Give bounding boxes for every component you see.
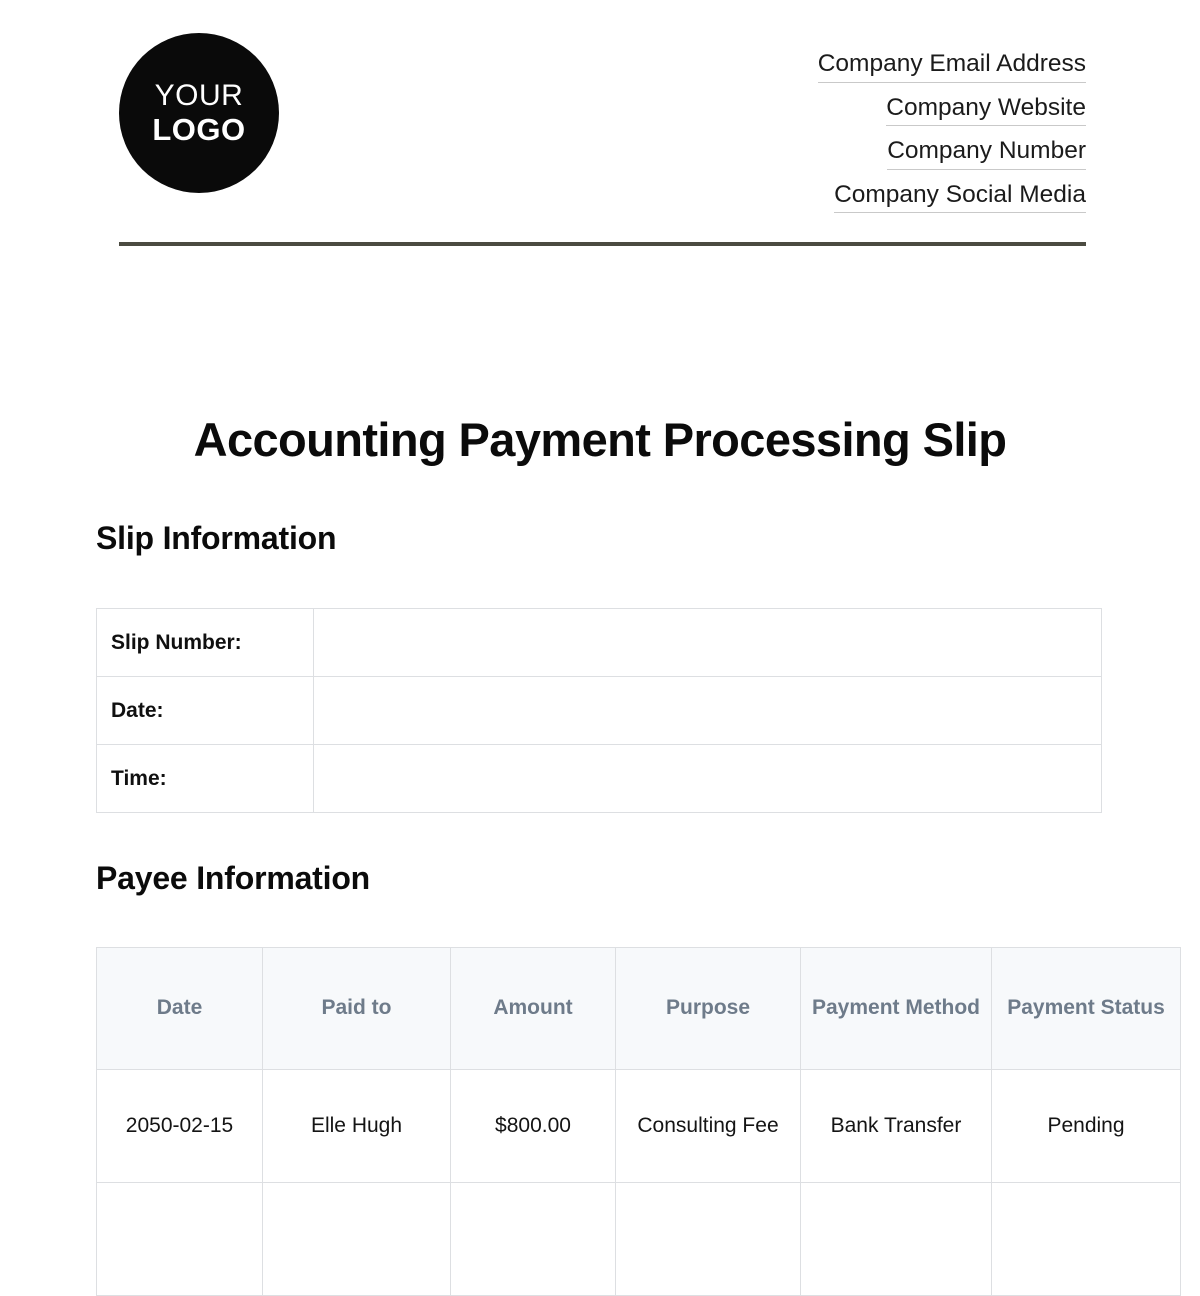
cell-amount[interactable]: $800.00 bbox=[450, 1069, 616, 1183]
slip-number-label: Slip Number: bbox=[96, 608, 314, 677]
cell-purpose[interactable] bbox=[615, 1182, 801, 1296]
column-header-payment-status: Payment Status bbox=[991, 947, 1181, 1070]
table-row: Time: bbox=[96, 744, 1102, 813]
cell-paid-to[interactable]: Elle Hugh bbox=[262, 1069, 451, 1183]
cell-date[interactable] bbox=[96, 1182, 263, 1296]
table-row: 2050-02-15 Elle Hugh $800.00 Consulting … bbox=[96, 1069, 1181, 1183]
document-header: YOUR LOGO Company Email Address Company … bbox=[119, 33, 1086, 229]
cell-purpose[interactable]: Consulting Fee bbox=[615, 1069, 801, 1183]
column-header-purpose: Purpose bbox=[615, 947, 801, 1070]
slip-time-label: Time: bbox=[96, 744, 314, 813]
logo-line-your: YOUR bbox=[154, 79, 244, 112]
table-row: Slip Number: bbox=[96, 608, 1102, 677]
column-header-paid-to: Paid to bbox=[262, 947, 451, 1070]
cell-payment-status[interactable] bbox=[991, 1182, 1181, 1296]
slip-number-value[interactable] bbox=[313, 608, 1102, 677]
payee-information-table: Date Paid to Amount Purpose Payment Meth… bbox=[96, 947, 1181, 1296]
section-heading-slip-information: Slip Information bbox=[96, 520, 337, 556]
table-header-row: Date Paid to Amount Purpose Payment Meth… bbox=[96, 947, 1181, 1070]
cell-payment-status[interactable]: Pending bbox=[991, 1069, 1181, 1183]
cell-paid-to[interactable] bbox=[262, 1182, 451, 1296]
slip-date-label: Date: bbox=[96, 676, 314, 745]
column-header-payment-method: Payment Method bbox=[800, 947, 992, 1070]
cell-payment-method[interactable]: Bank Transfer bbox=[800, 1069, 992, 1183]
column-header-amount: Amount bbox=[450, 947, 616, 1070]
page-title: Accounting Payment Processing Slip bbox=[193, 413, 1007, 466]
company-logo: YOUR LOGO bbox=[119, 33, 279, 193]
table-row: Date: bbox=[96, 676, 1102, 745]
table-row bbox=[96, 1182, 1181, 1296]
cell-amount[interactable] bbox=[450, 1182, 616, 1296]
logo-line-logo: LOGO bbox=[152, 112, 246, 147]
company-contact-block: Company Email Address Company Website Co… bbox=[817, 33, 1086, 213]
company-social-media[interactable]: Company Social Media bbox=[834, 182, 1086, 213]
company-number[interactable]: Company Number bbox=[887, 138, 1086, 170]
slip-information-table: Slip Number: Date: Time: bbox=[96, 608, 1102, 813]
section-heading-payee-information: Payee Information bbox=[96, 860, 371, 896]
company-email-address[interactable]: Company Email Address bbox=[817, 51, 1086, 83]
header-divider-rule bbox=[119, 242, 1086, 246]
company-website[interactable]: Company Website bbox=[886, 95, 1086, 126]
document-page: YOUR LOGO Company Email Address Company … bbox=[0, 0, 1200, 1296]
slip-time-value[interactable] bbox=[313, 744, 1102, 813]
slip-date-value[interactable] bbox=[313, 676, 1102, 745]
cell-payment-method[interactable] bbox=[800, 1182, 992, 1296]
column-header-date: Date bbox=[96, 947, 263, 1070]
cell-date[interactable]: 2050-02-15 bbox=[96, 1069, 263, 1183]
